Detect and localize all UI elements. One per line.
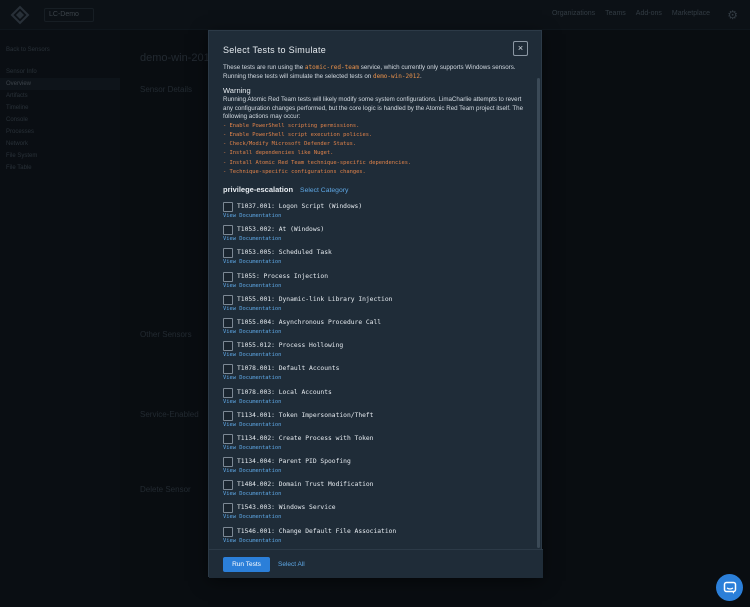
view-documentation-link[interactable]: View Documentation xyxy=(223,468,281,474)
test-label[interactable]: T1543.003: Windows Service xyxy=(237,504,336,511)
test-label[interactable]: T1546.001: Change Default File Associati… xyxy=(237,528,396,535)
test-label[interactable]: T1134.001: Token Impersonation/Theft xyxy=(237,412,373,419)
test-label[interactable]: T1053.005: Scheduled Task xyxy=(237,249,332,256)
view-documentation-link[interactable]: View Documentation xyxy=(223,352,281,358)
test-checkbox[interactable] xyxy=(223,388,233,398)
view-documentation-link[interactable]: View Documentation xyxy=(223,283,281,289)
test-item: T1055.001: Dynamic-link Library Injectio… xyxy=(223,291,533,314)
test-checkbox[interactable] xyxy=(223,295,233,305)
test-checkbox[interactable] xyxy=(223,411,233,421)
test-item: T1053.002: At (Windows) View Documentatio… xyxy=(223,221,533,244)
test-checkbox[interactable] xyxy=(223,202,233,212)
view-documentation-link[interactable]: View Documentation xyxy=(223,306,281,312)
modal-scrollbar[interactable] xyxy=(537,78,540,548)
test-label[interactable]: T1055: Process Injection xyxy=(237,273,328,280)
test-checkbox[interactable] xyxy=(223,480,233,490)
select-category-link[interactable]: Select Category xyxy=(300,187,348,194)
view-documentation-link[interactable]: View Documentation xyxy=(223,375,281,381)
test-label[interactable]: T1053.002: At (Windows) xyxy=(237,226,324,233)
test-label[interactable]: T1134.002: Create Process with Token xyxy=(237,435,373,442)
view-documentation-link[interactable]: View Documentation xyxy=(223,236,281,242)
test-checkbox[interactable] xyxy=(223,225,233,235)
select-tests-modal: Select Tests to Simulate × These tests a… xyxy=(208,30,542,577)
warning-item: - Check/Modify Microsoft Defender Status… xyxy=(223,140,533,149)
view-documentation-link[interactable]: View Documentation xyxy=(223,399,281,405)
view-documentation-link[interactable]: View Documentation xyxy=(223,259,281,265)
warning-title: Warning xyxy=(223,86,533,95)
view-documentation-link[interactable]: View Documentation xyxy=(223,514,281,520)
view-documentation-link[interactable]: View Documentation xyxy=(223,213,281,219)
test-checkbox[interactable] xyxy=(223,503,233,513)
test-item: T1053.005: Scheduled Task View Documentat… xyxy=(223,244,533,267)
test-checkbox[interactable] xyxy=(223,457,233,467)
test-label[interactable]: T1078.001: Default Accounts xyxy=(237,365,339,372)
modal-title: Select Tests to Simulate xyxy=(223,45,326,55)
test-label[interactable]: T1484.002: Domain Trust Modification xyxy=(237,481,373,488)
test-item: T1543.003: Windows Service View Documenta… xyxy=(223,499,533,522)
view-documentation-link[interactable]: View Documentation xyxy=(223,329,281,335)
test-label[interactable]: T1078.003: Local Accounts xyxy=(237,389,332,396)
test-item: T1055: Process Injection View Documentati… xyxy=(223,268,533,291)
test-label[interactable]: T1055.001: Dynamic-link Library Injectio… xyxy=(237,296,392,303)
test-checkbox[interactable] xyxy=(223,272,233,282)
test-item: T1037.001: Logon Script (Windows) View Do… xyxy=(223,198,533,221)
test-label[interactable]: T1134.004: Parent PID Spoofing xyxy=(237,458,351,465)
test-checkbox[interactable] xyxy=(223,248,233,258)
chat-support-button[interactable] xyxy=(716,574,743,601)
test-label[interactable]: T1055.004: Asynchronous Procedure Call xyxy=(237,319,381,326)
test-item: T1078.003: Local Accounts View Documentat… xyxy=(223,384,533,407)
select-all-link[interactable]: Select All xyxy=(278,561,305,568)
warning-item: - Install Atomic Red Team technique-spec… xyxy=(223,159,533,168)
test-label[interactable]: T1037.001: Logon Script (Windows) xyxy=(237,203,362,210)
test-checkbox[interactable] xyxy=(223,527,233,537)
warning-list: - Enable PowerShell scripting permission… xyxy=(223,122,533,177)
close-button[interactable]: × xyxy=(513,41,528,56)
warning-body: Running Atomic Red Team tests will likel… xyxy=(223,96,533,122)
intro-text: These tests are run using the atomic-red… xyxy=(223,63,533,81)
modal-footer: Run Tests Select All xyxy=(209,549,543,578)
test-label[interactable]: T1055.012: Process Hollowing xyxy=(237,342,343,349)
chat-icon xyxy=(723,581,737,595)
test-checkbox[interactable] xyxy=(223,434,233,444)
warning-item: - Enable PowerShell scripting permission… xyxy=(223,122,533,131)
test-checkbox[interactable] xyxy=(223,318,233,328)
test-item: T1134.004: Parent PID Spoofing View Docum… xyxy=(223,453,533,476)
modal-scroll-area[interactable]: These tests are run using the atomic-red… xyxy=(209,59,543,549)
test-item: T1055.012: Process Hollowing View Documen… xyxy=(223,337,533,360)
test-item: T1484.002: Domain Trust Modification View… xyxy=(223,476,533,499)
view-documentation-link[interactable]: View Documentation xyxy=(223,491,281,497)
sensor-name: demo-win-2012 xyxy=(373,73,420,80)
test-item: T1055.004: Asynchronous Procedure Call Vi… xyxy=(223,314,533,337)
test-list: T1037.001: Logon Script (Windows) View Do… xyxy=(223,198,533,546)
view-documentation-link[interactable]: View Documentation xyxy=(223,538,281,544)
test-item: T1134.002: Create Process with Token View… xyxy=(223,430,533,453)
test-checkbox[interactable] xyxy=(223,364,233,374)
test-item: T1546.001: Change Default File Associati… xyxy=(223,523,533,546)
run-tests-button[interactable]: Run Tests xyxy=(223,557,270,572)
warning-item: - Technique-specific configurations chan… xyxy=(223,168,533,177)
view-documentation-link[interactable]: View Documentation xyxy=(223,445,281,451)
test-checkbox[interactable] xyxy=(223,341,233,351)
warning-item: - Enable PowerShell script execution pol… xyxy=(223,131,533,140)
view-documentation-link[interactable]: View Documentation xyxy=(223,422,281,428)
close-icon: × xyxy=(518,44,523,53)
test-item: T1134.001: Token Impersonation/Theft View… xyxy=(223,407,533,430)
test-item: T1078.001: Default Accounts View Document… xyxy=(223,360,533,383)
warning-item: - Install dependencies like Nuget. xyxy=(223,149,533,158)
category-name: privilege-escalation xyxy=(223,185,293,194)
service-name: atomic-red-team xyxy=(305,64,359,71)
